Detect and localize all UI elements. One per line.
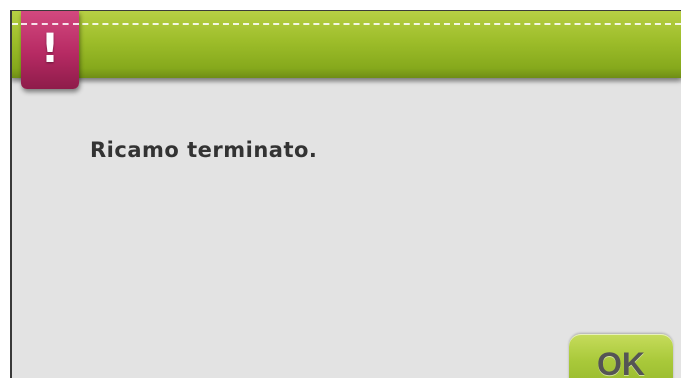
dialog-header-bar (12, 11, 681, 78)
header-stitch-line (12, 23, 681, 25)
exclamation-icon: ! (40, 26, 60, 72)
dialog-message: Ricamo terminato. (90, 138, 318, 162)
alert-tab: ! (21, 11, 79, 89)
header-shadow (12, 78, 681, 84)
ok-button-label: OK (597, 346, 645, 378)
embroidery-finished-dialog: ! Ricamo terminato. OK (10, 10, 681, 378)
ok-button[interactable]: OK (569, 334, 673, 378)
